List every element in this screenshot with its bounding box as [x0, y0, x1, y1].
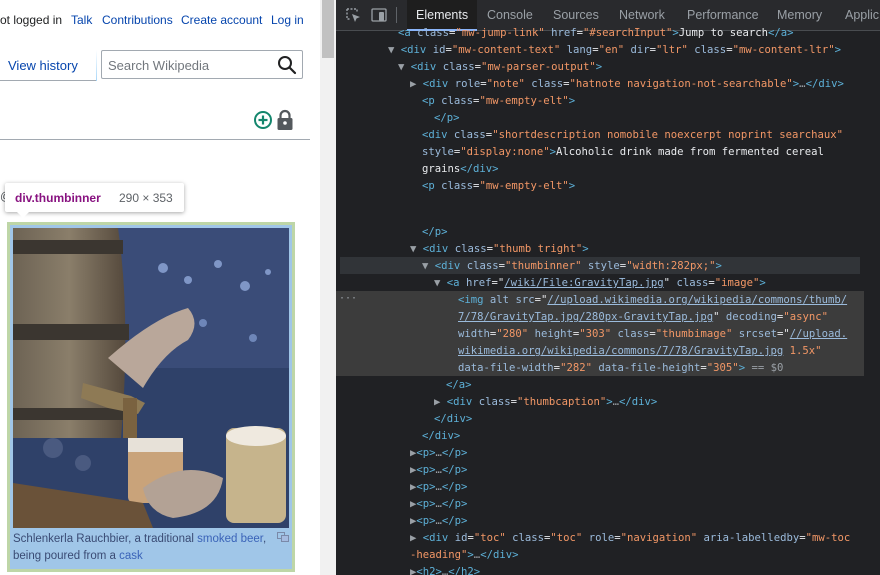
tab-view-history[interactable]: View history [8, 58, 78, 73]
dom-node[interactable]: ▶<h2>…</h2> [410, 564, 480, 575]
dom-node[interactable]: grains</div> [422, 161, 499, 178]
dom-node-img[interactable]: data-file-width="282" data-file-height="… [458, 360, 783, 377]
dom-node[interactable]: ▼ <div class="thumb tright"> [410, 241, 589, 258]
dom-node[interactable]: ▶<p>…</p> [410, 445, 467, 462]
device-toolbar-icon[interactable] [371, 7, 387, 23]
contributions-link[interactable]: Contributions [102, 13, 173, 27]
caption-text: Schlenkerla Rauchbier, a traditional [13, 533, 198, 545]
dom-node[interactable]: </div> [434, 411, 472, 428]
inspect-element-icon[interactable] [345, 7, 361, 23]
dom-node-img[interactable]: 7/78/GravityTap.jpg/280px-GravityTap.jpg… [458, 309, 828, 326]
dom-node[interactable]: </div> [422, 428, 460, 445]
wikipedia-page: ot logged in Talk Contributions Create a… [0, 0, 320, 575]
node-actions-ellipsis[interactable]: ··· [339, 293, 357, 304]
thumbinner-highlight[interactable]: Schlenkerla Rauchbier, a traditional smo… [7, 222, 295, 572]
lock-icon[interactable] [276, 109, 294, 131]
page-scrollbar-track[interactable] [320, 0, 336, 575]
talk-link[interactable]: Talk [71, 13, 92, 27]
dom-node-img[interactable]: width="280" height="303" class="thumbima… [458, 326, 847, 343]
dom-node[interactable]: ▼ <div class="mw-parser-output"> [398, 59, 602, 76]
dom-node[interactable]: ▶<p>…</p> [410, 496, 467, 513]
dom-node[interactable]: <p class="mw-empty-elt"> [422, 178, 575, 195]
tooltip-selector: div.thumbinner [15, 191, 101, 205]
dom-node[interactable]: <div class="shortdescription nomobile no… [422, 127, 843, 144]
dom-node[interactable]: ▶<p>…</p> [410, 462, 467, 479]
not-logged-in-label: ot logged in [0, 13, 63, 27]
dom-node[interactable]: ▶ <div class="thumbcaption">…</div> [434, 394, 657, 411]
tab-application[interactable]: Applic [845, 0, 879, 31]
dom-node-thumbinner[interactable]: ▼ <div class="thumbinner" style="width:2… [422, 258, 722, 275]
cask-link[interactable]: cask [119, 550, 143, 562]
personal-tools: ot logged in Talk Contributions Create a… [0, 13, 320, 29]
smoked-beer-link[interactable]: smoked beer [197, 533, 263, 545]
dom-node-img[interactable]: wikimedia.org/wikipedia/commons/7/78/Gra… [458, 343, 822, 360]
toolbar-divider [396, 7, 397, 23]
add-circle-icon[interactable] [253, 110, 273, 130]
dom-node[interactable]: </a> [446, 377, 472, 394]
page-scrollbar-thumb[interactable] [322, 0, 334, 58]
tabs-underline [0, 80, 97, 81]
dom-tree: ··· <a class="mw-jump-link" href="#searc… [336, 27, 880, 575]
dom-node[interactable]: <a class="mw-jump-link" href="#searchInp… [398, 25, 794, 42]
search-box [101, 50, 303, 79]
dom-node-img[interactable]: <img alt src="//upload.wikimedia.org/wik… [458, 292, 847, 309]
search-icon[interactable] [276, 54, 298, 76]
dom-node[interactable]: ▶ <div role="note" class="hatnote naviga… [410, 76, 844, 93]
search-input[interactable] [108, 57, 273, 73]
dom-node[interactable]: ▶<p>…</p> [410, 479, 467, 496]
magnify-icon[interactable] [277, 532, 289, 542]
dom-node[interactable]: <p class="mw-empty-elt"> [422, 93, 575, 110]
dom-node[interactable]: ▶<p>…</p> [410, 513, 467, 530]
create-account-link[interactable]: Create account [181, 13, 262, 27]
devtools-panel: Elements Console Sources Network Perform… [336, 0, 880, 575]
dom-node-toc[interactable]: ▶ <div id="toc" class="toc" role="naviga… [410, 530, 850, 547]
dom-node-toc[interactable]: -heading">…</div> [410, 547, 518, 564]
thumb-caption: Schlenkerla Rauchbier, a traditional smo… [13, 531, 283, 565]
tabs-separator [96, 50, 97, 81]
element-tooltip: div.thumbinner 290 × 353 [5, 183, 184, 218]
tooltip-dimensions: 290 × 353 [119, 191, 173, 205]
log-in-link[interactable]: Log in [271, 13, 304, 27]
dom-node[interactable]: ▼ <div id="mw-content-text" lang="en" di… [388, 42, 841, 59]
dom-node[interactable]: ▼ <a href="/wiki/File:GravityTap.jpg" cl… [434, 275, 766, 292]
heading-divider [0, 139, 310, 140]
dom-node[interactable]: </p> [422, 224, 448, 241]
dom-node[interactable]: </p> [434, 110, 460, 127]
tooltip-arrow [17, 212, 29, 218]
beer-tap-photo[interactable] [13, 228, 289, 528]
dom-node[interactable]: style="display:none">Alcoholic drink mad… [422, 144, 824, 161]
